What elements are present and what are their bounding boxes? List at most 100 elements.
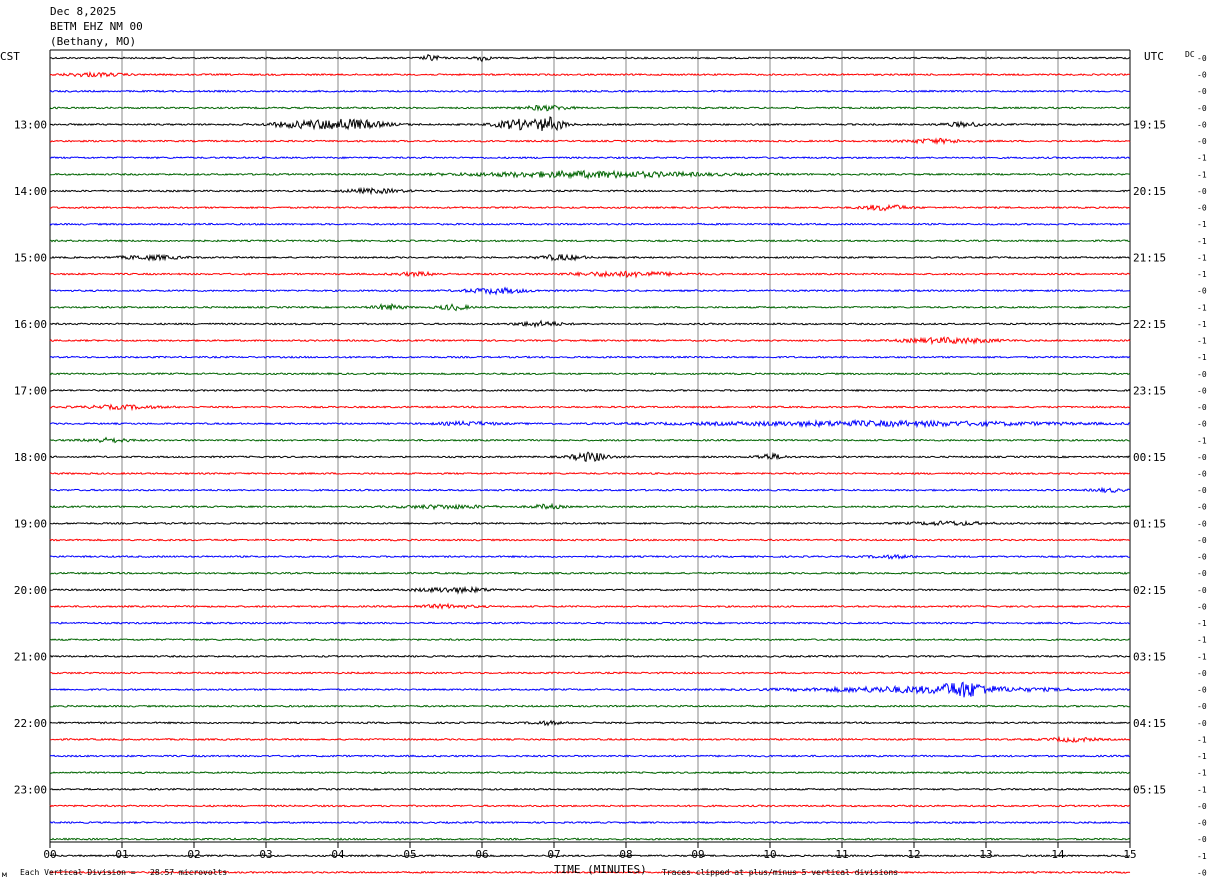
- dc-offset-label: -1: [1197, 220, 1207, 229]
- seismic-trace: [49, 735, 1131, 743]
- x-tick-label: 11: [835, 848, 848, 861]
- seismic-trace: [49, 571, 1131, 575]
- seismic-trace: [49, 754, 1131, 758]
- station-location: (Bethany, MO): [50, 35, 137, 48]
- dc-offset-label: -0: [1197, 104, 1207, 113]
- seismic-trace: [49, 671, 1131, 675]
- x-tick-label: 14: [1051, 848, 1065, 861]
- left-hour-label: 13:00: [14, 118, 47, 131]
- dc-header-label: DC: [1185, 50, 1195, 59]
- dc-offset-label: -0: [1197, 370, 1207, 379]
- seismic-trace: [49, 137, 1131, 146]
- dc-offset-label: -1: [1197, 337, 1207, 346]
- dc-offset-label: -0: [1197, 519, 1207, 528]
- dc-offset-label: -0: [1197, 686, 1207, 695]
- seismic-trace: [49, 585, 1131, 595]
- seismic-trace: [49, 719, 1131, 727]
- seismic-trace: [49, 169, 1131, 180]
- right-hour-label: 04:15: [1133, 717, 1166, 730]
- right-hour-label: 19:15: [1133, 118, 1166, 131]
- left-hour-label: 19:00: [14, 517, 47, 530]
- dc-offset-label: -0: [1197, 403, 1207, 412]
- dc-offset-label: -1: [1197, 852, 1207, 861]
- right-hour-label: 22:15: [1133, 318, 1166, 331]
- dc-offset-label: -0: [1197, 702, 1207, 711]
- dc-offset-label: -0: [1197, 287, 1207, 296]
- record-date: Dec 8,2025: [50, 5, 117, 18]
- seismic-trace: [49, 372, 1131, 376]
- x-tick-label: 12: [907, 848, 920, 861]
- right-hour-label: 01:15: [1133, 517, 1166, 530]
- x-tick-label: 07: [547, 848, 560, 861]
- seismic-trace: [49, 222, 1131, 226]
- dc-offset-label: -1: [1197, 253, 1207, 262]
- right-hour-label: 03:15: [1133, 650, 1166, 663]
- dc-offset-label: -1: [1197, 170, 1207, 179]
- dc-offset-label: -0: [1197, 420, 1207, 429]
- seismic-trace: [49, 418, 1131, 429]
- right-hour-label: 00:15: [1133, 451, 1166, 464]
- seismic-trace: [49, 54, 1131, 63]
- x-tick-label: 05: [403, 848, 416, 861]
- footer-mark: м: [2, 870, 7, 879]
- x-tick-label: 00: [43, 848, 56, 861]
- left-hour-label: 22:00: [14, 717, 47, 730]
- seismic-trace: [49, 820, 1131, 825]
- seismic-trace: [49, 502, 1131, 511]
- dc-offset-label: -1: [1197, 619, 1207, 628]
- dc-offset-label: -0: [1197, 386, 1207, 395]
- dc-offset-label: -0: [1197, 486, 1207, 495]
- dc-offset-label: -1: [1197, 270, 1207, 279]
- left-hour-label: 14:00: [14, 185, 47, 198]
- seismic-trace: [49, 89, 1131, 93]
- x-tick-label: 03: [259, 848, 272, 861]
- dc-offset-label: -0: [1197, 802, 1207, 811]
- right-timezone-label: UTC: [1144, 50, 1164, 63]
- seismic-trace: [49, 302, 1131, 312]
- seismic-trace: [49, 286, 1131, 296]
- right-hour-label: 23:15: [1133, 384, 1166, 397]
- seismic-trace: [49, 239, 1131, 243]
- dc-offset-label: -0: [1197, 54, 1207, 63]
- dc-offset-label: -0: [1197, 669, 1207, 678]
- dc-offset-label: -1: [1197, 735, 1207, 744]
- seismic-trace: [49, 253, 1131, 262]
- seismic-trace: [49, 355, 1131, 359]
- seismic-trace: [49, 71, 1131, 79]
- seismic-trace: [49, 681, 1131, 698]
- right-hour-label: 21:15: [1133, 251, 1166, 264]
- dc-offset-label: -0: [1197, 835, 1207, 844]
- seismic-trace: [49, 804, 1131, 808]
- dc-offset-label: -0: [1197, 503, 1207, 512]
- seismic-trace: [49, 538, 1131, 542]
- dc-offset-label: -0: [1197, 569, 1207, 578]
- clip-note: Traces clipped at plus/minus 5 vertical …: [662, 868, 899, 877]
- left-hour-label: 20:00: [14, 584, 47, 597]
- seismic-trace: [49, 553, 1131, 560]
- x-tick-label: 02: [187, 848, 200, 861]
- seismic-trace: [49, 854, 1131, 858]
- seismic-trace: [49, 837, 1131, 841]
- left-hour-label: 17:00: [14, 384, 47, 397]
- seismic-trace: [49, 471, 1131, 476]
- x-tick-label: 10: [763, 848, 776, 861]
- dc-offset-label: -1: [1197, 652, 1207, 661]
- seismic-trace: [49, 704, 1131, 708]
- seismic-trace: [49, 388, 1131, 393]
- dc-offset-label: -0: [1197, 719, 1207, 728]
- seismic-trace: [49, 403, 1131, 412]
- right-hour-label: 05:15: [1133, 783, 1166, 796]
- x-tick-label: 04: [331, 848, 345, 861]
- station-code: BETM EHZ NM 00: [50, 20, 143, 33]
- dc-offset-label: -0: [1197, 120, 1207, 129]
- x-tick-label: 13: [979, 848, 992, 861]
- x-tick-label: 01: [115, 848, 128, 861]
- dc-offset-label: -1: [1197, 154, 1207, 163]
- left-hour-label: 15:00: [14, 251, 47, 264]
- scale-note: Each Vertical Division = 28.57 microvolt…: [20, 868, 228, 877]
- seismic-trace: [49, 771, 1131, 775]
- seismic-trace: [49, 336, 1131, 346]
- dc-offset-label: -1: [1197, 769, 1207, 778]
- dc-offset-label: -0: [1197, 187, 1207, 196]
- seismic-trace: [49, 270, 1131, 279]
